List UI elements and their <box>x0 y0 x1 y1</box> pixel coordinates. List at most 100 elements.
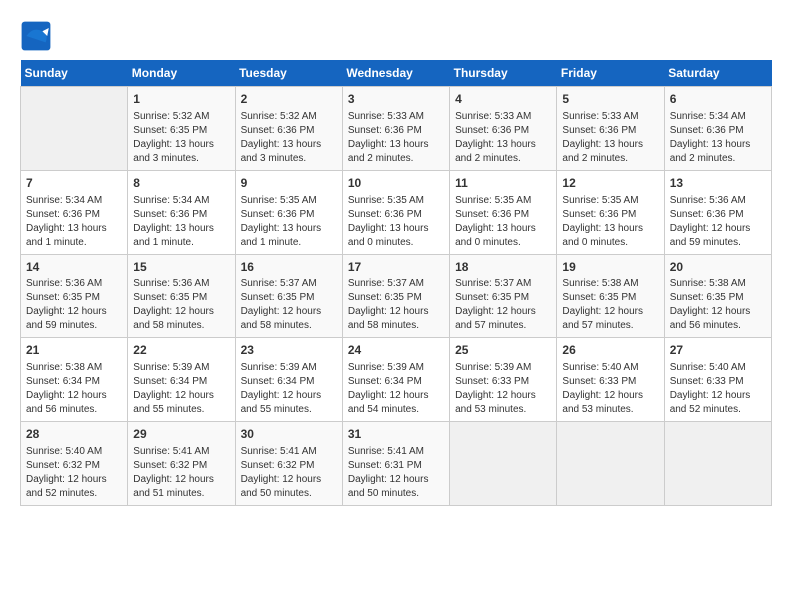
day-number: 23 <box>241 342 337 359</box>
day-info: Sunrise: 5:34 AM Sunset: 6:36 PM Dayligh… <box>26 194 122 250</box>
calendar-header-row: SundayMondayTuesdayWednesdayThursdayFrid… <box>21 60 772 87</box>
day-number: 4 <box>455 91 551 108</box>
day-info: Sunrise: 5:41 AM Sunset: 6:31 PM Dayligh… <box>348 445 444 501</box>
calendar-cell: 6Sunrise: 5:34 AM Sunset: 6:36 PM Daylig… <box>664 87 771 171</box>
day-number: 8 <box>133 175 229 192</box>
day-info: Sunrise: 5:35 AM Sunset: 6:36 PM Dayligh… <box>241 194 337 250</box>
calendar-cell: 7 Sunrise: 5:34 AM Sunset: 6:36 PM Daylig… <box>21 170 128 254</box>
day-info: Sunrise: 5:39 AM Sunset: 6:33 PM Dayligh… <box>455 361 551 417</box>
day-info: Sunrise: 5:41 AM Sunset: 6:32 PM Dayligh… <box>133 445 229 501</box>
day-number: 31 <box>348 426 444 443</box>
calendar-cell: 13Sunrise: 5:36 AM Sunset: 6:36 PM Dayli… <box>664 170 771 254</box>
calendar-cell: 16Sunrise: 5:37 AM Sunset: 6:35 PM Dayli… <box>235 254 342 338</box>
calendar-week-row: 28 Sunrise: 5:40 AM Sunset: 6:32 PM Dayli… <box>21 422 772 506</box>
day-number: 27 <box>670 342 766 359</box>
day-of-week-header: Monday <box>128 60 235 87</box>
calendar-cell: 31 Sunrise: 5:41 AM Sunset: 6:31 PM Dayli… <box>342 422 449 506</box>
day-of-week-header: Thursday <box>450 60 557 87</box>
day-number: 2 <box>241 91 337 108</box>
calendar-cell <box>664 422 771 506</box>
day-info: Sunrise: 5:38 AM Sunset: 6:35 PM Dayligh… <box>670 277 766 333</box>
day-info: Sunrise: 5:32 AM Sunset: 6:36 PM Dayligh… <box>241 110 337 166</box>
calendar-cell: 22 Sunrise: 5:39 AM Sunset: 6:34 PM Dayli… <box>128 338 235 422</box>
day-number: 18 <box>455 259 551 276</box>
logo-icon <box>20 20 52 52</box>
day-number: 17 <box>348 259 444 276</box>
day-number: 29 <box>133 426 229 443</box>
day-info: Sunrise: 5:33 AM Sunset: 6:36 PM Dayligh… <box>348 110 444 166</box>
calendar-cell: 1Sunrise: 5:32 AM Sunset: 6:35 PM Daylig… <box>128 87 235 171</box>
calendar-cell: 30 Sunrise: 5:41 AM Sunset: 6:32 PM Dayli… <box>235 422 342 506</box>
calendar-cell: 28 Sunrise: 5:40 AM Sunset: 6:32 PM Dayli… <box>21 422 128 506</box>
day-info: Sunrise: 5:40 AM Sunset: 6:33 PM Dayligh… <box>670 361 766 417</box>
day-number: 20 <box>670 259 766 276</box>
day-info: Sunrise: 5:34 AM Sunset: 6:36 PM Dayligh… <box>133 194 229 250</box>
calendar-cell: 19Sunrise: 5:38 AM Sunset: 6:35 PM Dayli… <box>557 254 664 338</box>
day-info: Sunrise: 5:41 AM Sunset: 6:32 PM Dayligh… <box>241 445 337 501</box>
calendar-cell: 9Sunrise: 5:35 AM Sunset: 6:36 PM Daylig… <box>235 170 342 254</box>
day-number: 5 <box>562 91 658 108</box>
day-info: Sunrise: 5:33 AM Sunset: 6:36 PM Dayligh… <box>562 110 658 166</box>
day-number: 22 <box>133 342 229 359</box>
day-info: Sunrise: 5:33 AM Sunset: 6:36 PM Dayligh… <box>455 110 551 166</box>
day-info: Sunrise: 5:36 AM Sunset: 6:35 PM Dayligh… <box>26 277 122 333</box>
day-number: 16 <box>241 259 337 276</box>
day-of-week-header: Wednesday <box>342 60 449 87</box>
day-number: 24 <box>348 342 444 359</box>
day-info: Sunrise: 5:37 AM Sunset: 6:35 PM Dayligh… <box>455 277 551 333</box>
day-info: Sunrise: 5:32 AM Sunset: 6:35 PM Dayligh… <box>133 110 229 166</box>
day-number: 25 <box>455 342 551 359</box>
day-info: Sunrise: 5:35 AM Sunset: 6:36 PM Dayligh… <box>455 194 551 250</box>
day-number: 14 <box>26 259 122 276</box>
day-of-week-header: Friday <box>557 60 664 87</box>
calendar-cell: 4 Sunrise: 5:33 AM Sunset: 6:36 PM Daylig… <box>450 87 557 171</box>
calendar-cell: 15Sunrise: 5:36 AM Sunset: 6:35 PM Dayli… <box>128 254 235 338</box>
calendar-cell: 27 Sunrise: 5:40 AM Sunset: 6:33 PM Dayli… <box>664 338 771 422</box>
calendar-cell: 10 Sunrise: 5:35 AM Sunset: 6:36 PM Dayli… <box>342 170 449 254</box>
day-info: Sunrise: 5:38 AM Sunset: 6:34 PM Dayligh… <box>26 361 122 417</box>
calendar-cell: 20Sunrise: 5:38 AM Sunset: 6:35 PM Dayli… <box>664 254 771 338</box>
day-info: Sunrise: 5:36 AM Sunset: 6:35 PM Dayligh… <box>133 277 229 333</box>
day-info: Sunrise: 5:35 AM Sunset: 6:36 PM Dayligh… <box>348 194 444 250</box>
day-info: Sunrise: 5:38 AM Sunset: 6:35 PM Dayligh… <box>562 277 658 333</box>
page-header <box>20 20 772 52</box>
calendar-cell: 18Sunrise: 5:37 AM Sunset: 6:35 PM Dayli… <box>450 254 557 338</box>
day-info: Sunrise: 5:34 AM Sunset: 6:36 PM Dayligh… <box>670 110 766 166</box>
calendar-cell: 24 Sunrise: 5:39 AM Sunset: 6:34 PM Dayli… <box>342 338 449 422</box>
day-number: 7 <box>26 175 122 192</box>
calendar-cell: 21 Sunrise: 5:38 AM Sunset: 6:34 PM Dayli… <box>21 338 128 422</box>
calendar-week-row: 7 Sunrise: 5:34 AM Sunset: 6:36 PM Daylig… <box>21 170 772 254</box>
day-info: Sunrise: 5:39 AM Sunset: 6:34 PM Dayligh… <box>348 361 444 417</box>
day-info: Sunrise: 5:36 AM Sunset: 6:36 PM Dayligh… <box>670 194 766 250</box>
day-info: Sunrise: 5:39 AM Sunset: 6:34 PM Dayligh… <box>133 361 229 417</box>
calendar-cell <box>557 422 664 506</box>
calendar-cell: 11 Sunrise: 5:35 AM Sunset: 6:36 PM Dayli… <box>450 170 557 254</box>
calendar-cell: 8 Sunrise: 5:34 AM Sunset: 6:36 PM Daylig… <box>128 170 235 254</box>
calendar-cell: 25 Sunrise: 5:39 AM Sunset: 6:33 PM Dayli… <box>450 338 557 422</box>
day-number: 10 <box>348 175 444 192</box>
calendar-cell: 5 Sunrise: 5:33 AM Sunset: 6:36 PM Daylig… <box>557 87 664 171</box>
logo <box>20 20 56 52</box>
day-of-week-header: Sunday <box>21 60 128 87</box>
calendar-cell: 14Sunrise: 5:36 AM Sunset: 6:35 PM Dayli… <box>21 254 128 338</box>
day-number: 28 <box>26 426 122 443</box>
day-info: Sunrise: 5:37 AM Sunset: 6:35 PM Dayligh… <box>241 277 337 333</box>
calendar-table: SundayMondayTuesdayWednesdayThursdayFrid… <box>20 60 772 506</box>
day-number: 30 <box>241 426 337 443</box>
day-number: 11 <box>455 175 551 192</box>
calendar-cell <box>21 87 128 171</box>
calendar-cell <box>450 422 557 506</box>
calendar-cell: 3 Sunrise: 5:33 AM Sunset: 6:36 PM Daylig… <box>342 87 449 171</box>
calendar-week-row: 14Sunrise: 5:36 AM Sunset: 6:35 PM Dayli… <box>21 254 772 338</box>
calendar-cell: 26Sunrise: 5:40 AM Sunset: 6:33 PM Dayli… <box>557 338 664 422</box>
day-info: Sunrise: 5:40 AM Sunset: 6:32 PM Dayligh… <box>26 445 122 501</box>
day-of-week-header: Tuesday <box>235 60 342 87</box>
day-info: Sunrise: 5:40 AM Sunset: 6:33 PM Dayligh… <box>562 361 658 417</box>
calendar-cell: 17Sunrise: 5:37 AM Sunset: 6:35 PM Dayli… <box>342 254 449 338</box>
day-number: 21 <box>26 342 122 359</box>
day-number: 3 <box>348 91 444 108</box>
day-of-week-header: Saturday <box>664 60 771 87</box>
calendar-cell: 29 Sunrise: 5:41 AM Sunset: 6:32 PM Dayli… <box>128 422 235 506</box>
day-info: Sunrise: 5:39 AM Sunset: 6:34 PM Dayligh… <box>241 361 337 417</box>
day-number: 12 <box>562 175 658 192</box>
